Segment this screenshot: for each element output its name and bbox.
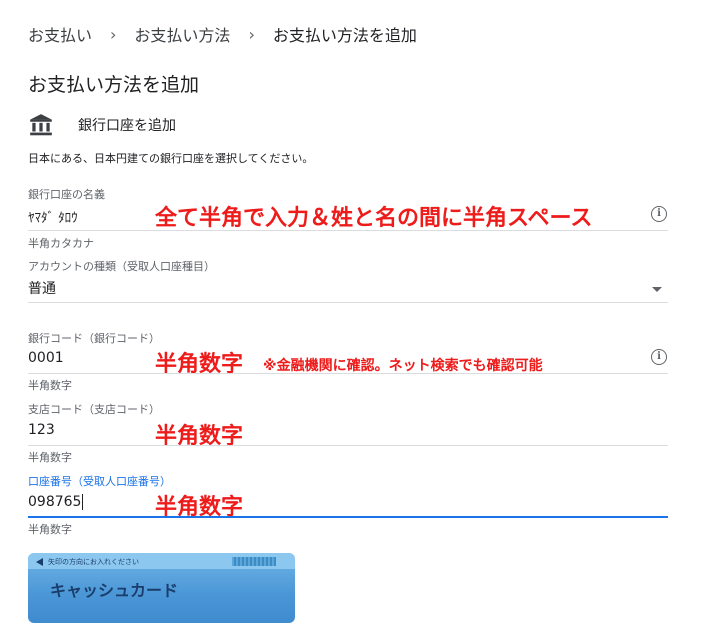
dropdown-arrow-icon[interactable]	[652, 287, 662, 292]
add-bank-account-row: 銀行口座を追加	[28, 112, 176, 138]
account-type-label: アカウントの種類（受取人口座種目）	[28, 260, 215, 273]
account-type-underline	[28, 302, 668, 303]
account-number-input[interactable]: 098765	[28, 494, 84, 510]
branch-code-underline	[28, 445, 668, 446]
card-notice: 矢印の方向にお入れください	[48, 558, 139, 566]
arrow-left-icon	[36, 558, 43, 566]
bank-code-input[interactable]: 0001	[28, 350, 64, 366]
bank-code-underline	[28, 373, 668, 374]
bank-code-label: 銀行コード（銀行コード）	[28, 332, 160, 345]
info-icon[interactable]: i	[651, 206, 667, 222]
info-icon[interactable]: i	[651, 349, 667, 365]
chevron-right-icon: ›	[248, 24, 255, 44]
branch-code-helper: 半角数字	[28, 451, 72, 464]
bank-icon	[30, 114, 52, 136]
account-number-helper: 半角数字	[28, 523, 72, 536]
breadcrumb-item-current: お支払い方法を追加	[272, 26, 417, 45]
bank-label: 銀行口座を追加	[78, 118, 176, 134]
branch-code-input[interactable]: 123	[28, 422, 55, 438]
account-name-input[interactable]: ﾔﾏﾀﾞ ﾀﾛｳ	[28, 207, 78, 226]
cash-card-image: 矢印の方向にお入れください キャッシュカード	[28, 553, 295, 623]
bank-code-annotation-note: ※金融機関に確認。ネット検索でも確認可能	[263, 358, 543, 374]
card-magnetic-chip	[232, 557, 276, 566]
account-type-select[interactable]: 普通	[28, 278, 56, 298]
account-name-helper: 半角カタカナ	[28, 237, 94, 250]
breadcrumb-item-payments[interactable]: お支払い	[28, 22, 92, 46]
card-name: キャッシュカード	[50, 581, 179, 600]
bank-description: 日本にある、日本円建ての銀行口座を選択してください。	[28, 152, 314, 165]
breadcrumb: お支払い › お支払い方法 › お支払い方法を追加	[28, 22, 417, 46]
page-title: お支払い方法を追加	[28, 74, 200, 96]
account-name-underline	[28, 230, 668, 231]
account-number-label: 口座番号（受取人口座番号）	[28, 475, 171, 488]
account-name-annotation: 全て半角で入力＆姓と名の間に半角スペース	[155, 206, 593, 231]
account-name-label: 銀行口座の名義	[28, 188, 105, 201]
account-number-underline	[28, 516, 668, 518]
branch-code-label: 支店コード（支店コード）	[28, 403, 160, 416]
bank-code-helper: 半角数字	[28, 379, 72, 392]
chevron-right-icon: ›	[110, 24, 117, 44]
breadcrumb-item-payment-methods[interactable]: お支払い方法	[134, 22, 230, 46]
